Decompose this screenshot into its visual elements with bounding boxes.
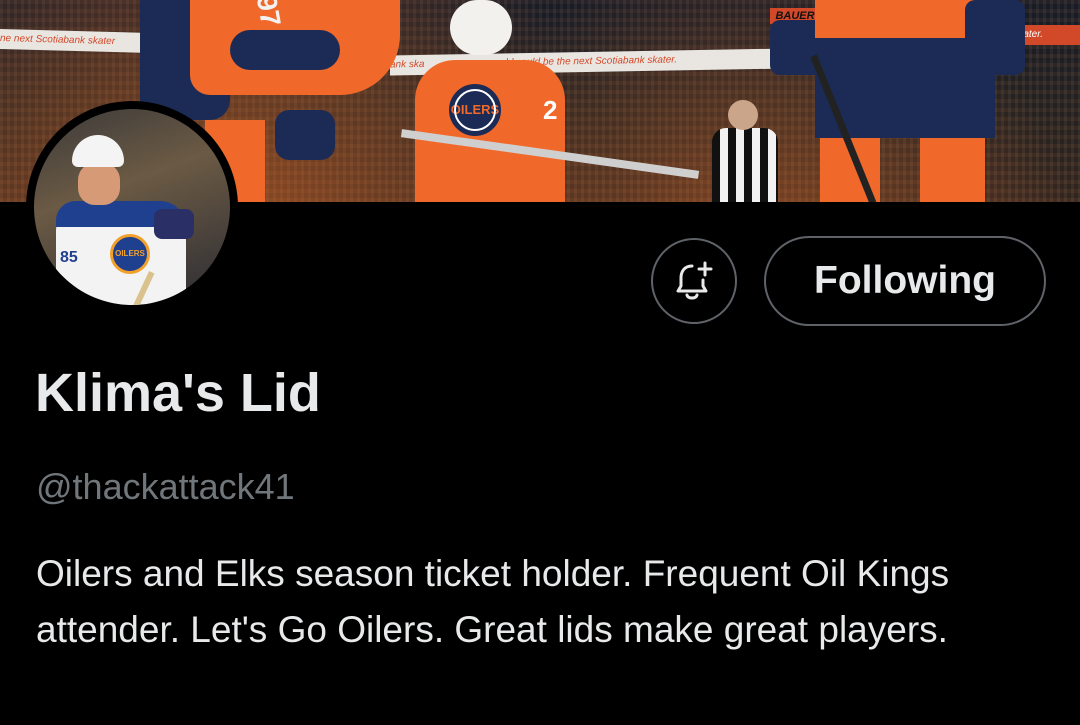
profile-avatar[interactable]: OILERS 85	[26, 101, 238, 313]
banner-player-left-glove	[275, 110, 335, 160]
avatar-helmet	[72, 135, 124, 167]
banner-shoulder-number: 97	[250, 0, 287, 29]
profile-display-name: Klima's Lid	[35, 363, 321, 423]
banner-referee-head	[728, 100, 758, 130]
avatar-glove	[154, 209, 194, 239]
banner-player-right-glove-right	[965, 0, 1025, 75]
banner-kid-number: 2	[543, 95, 558, 125]
banner-ad-text-center: ank ska	[390, 58, 425, 71]
avatar-jersey-number: 85	[60, 249, 78, 266]
banner-referee	[712, 128, 778, 202]
profile-bio: Oilers and Elks season ticket holder. Fr…	[36, 553, 950, 650]
avatar-photo: OILERS 85	[34, 109, 230, 305]
banner-ad-board-left: ne next Scotiabank skater	[0, 29, 150, 53]
banner-kid-helmet	[450, 0, 512, 55]
bell-plus-icon	[676, 261, 713, 300]
following-button[interactable]: Following	[764, 236, 1046, 326]
profile-handle: @thackattack41	[36, 466, 295, 507]
notifications-button[interactable]	[651, 238, 737, 324]
avatar-crest: OILERS	[110, 234, 150, 274]
banner-oilers-crest: OILERS	[445, 80, 505, 140]
banner-player-right-sock-right	[920, 138, 985, 202]
avatar-face	[78, 163, 120, 205]
banner-player-left-sleeve	[230, 30, 340, 70]
